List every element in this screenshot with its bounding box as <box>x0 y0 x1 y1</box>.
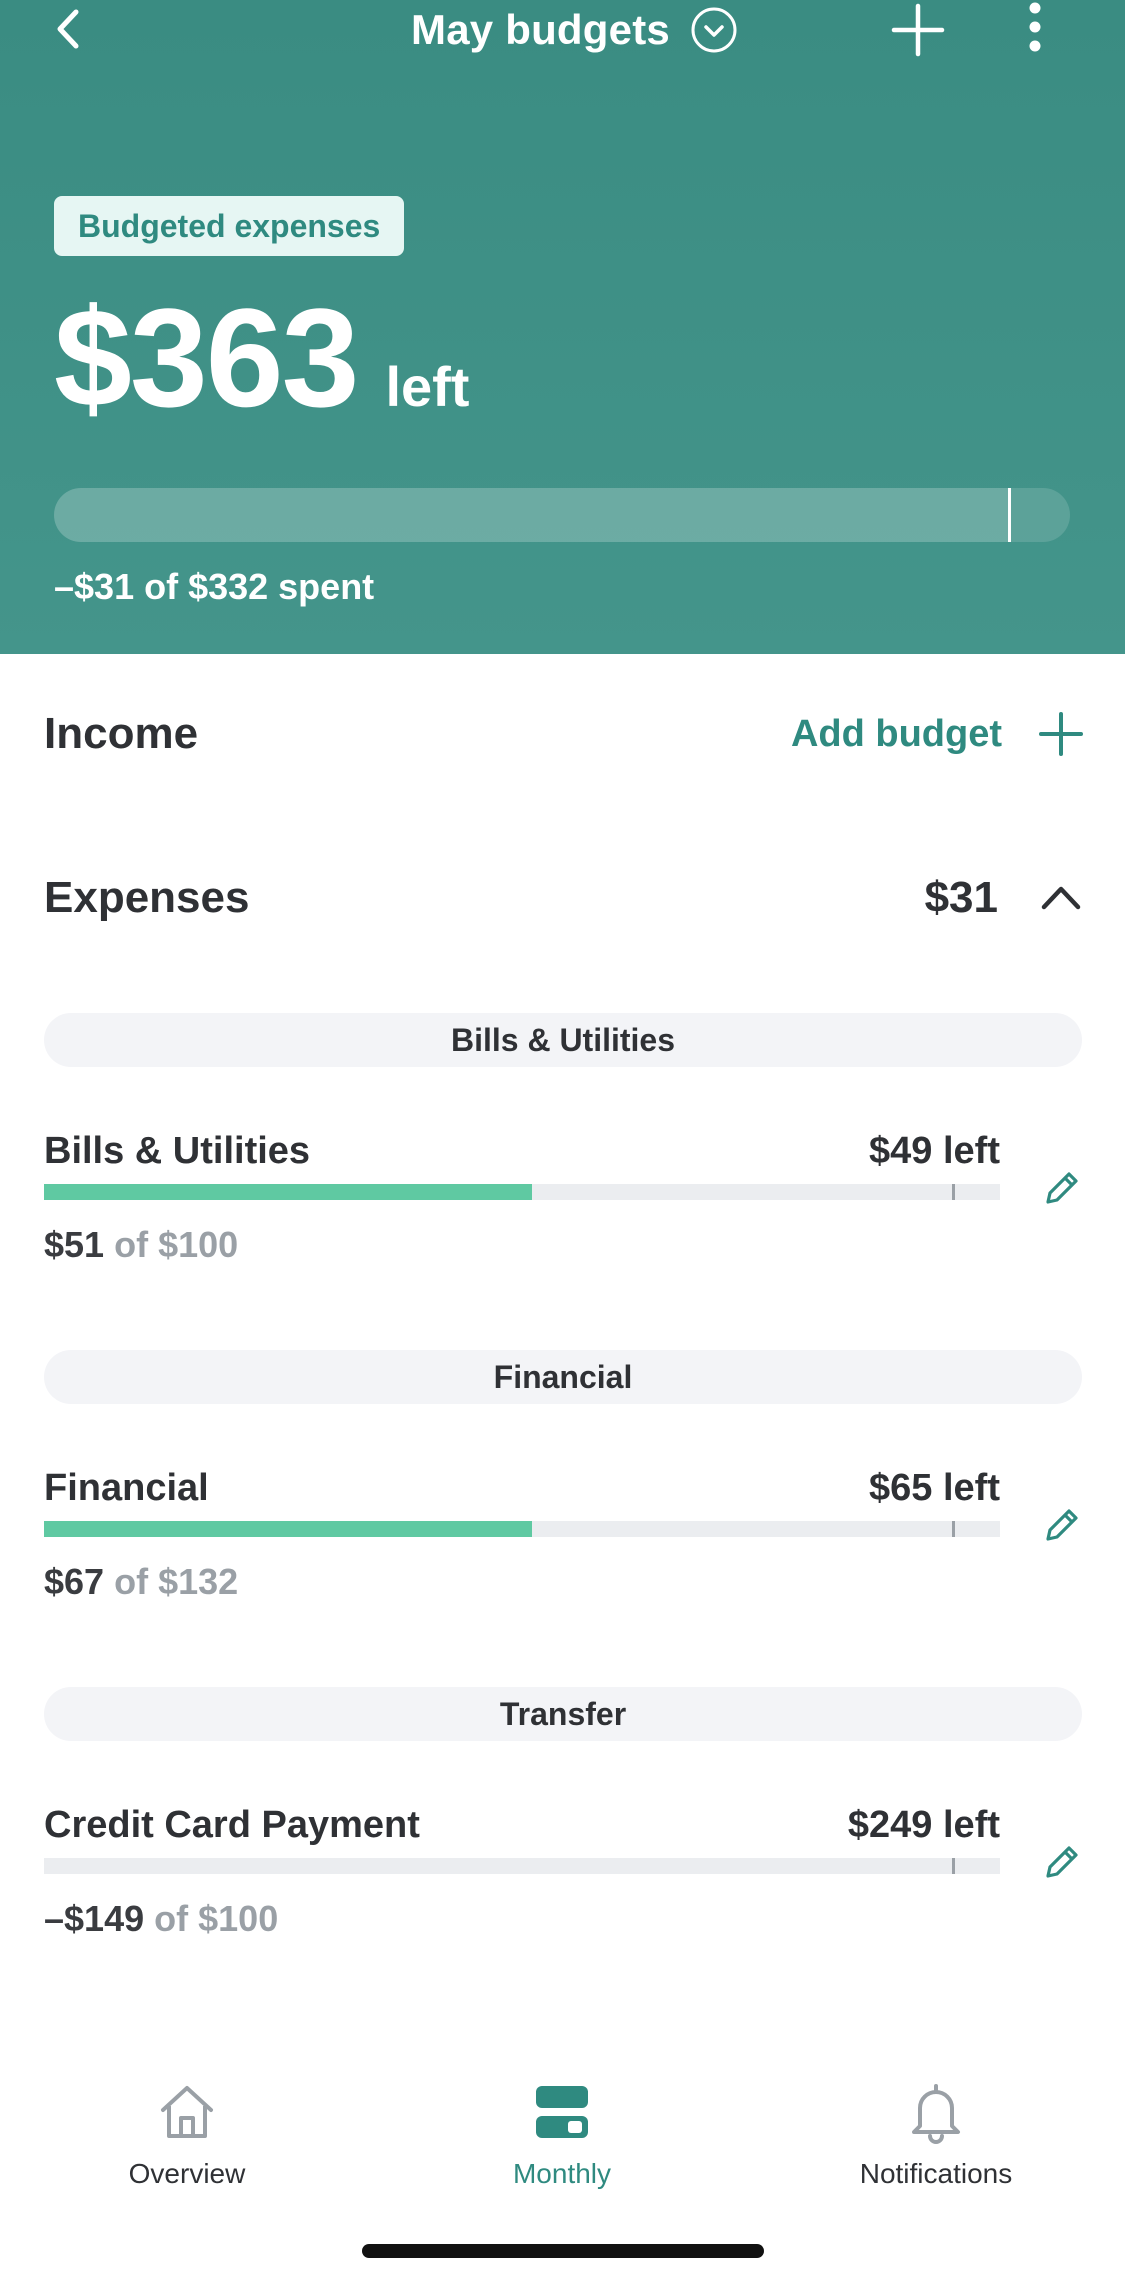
bell-icon <box>912 2084 960 2144</box>
budget-progress-fill <box>44 1521 532 1537</box>
budget-total: $100 <box>158 1224 239 1265</box>
add-icon[interactable] <box>890 2 946 58</box>
budget-spent: $51 <box>44 1224 105 1265</box>
budget-of: of <box>114 1561 149 1602</box>
budget-caption: $67 of $132 <box>44 1561 238 1603</box>
budget-progress-tick <box>952 1184 955 1200</box>
budget-total: $100 <box>198 1898 279 1939</box>
group-label-financial: Financial <box>44 1350 1082 1404</box>
remaining-value: $363 <box>54 279 359 436</box>
budget-total: $132 <box>158 1561 239 1602</box>
budget-spent: $67 <box>44 1561 105 1602</box>
home-icon <box>161 2086 213 2138</box>
group-label-transfer: Transfer <box>44 1687 1082 1741</box>
nav-label-notifications: Notifications <box>859 2158 1013 2189</box>
budget-item-credit-card-payment[interactable]: Credit Card Payment $249 left –$149 of $… <box>44 1804 1084 1984</box>
overall-progress-fill <box>54 488 1010 542</box>
budget-progress-tick <box>952 1858 955 1874</box>
bottom-nav: Overview Monthly Notifications <box>0 2060 1125 2210</box>
home-indicator <box>362 2244 764 2258</box>
add-budget-label: Add budget <box>790 712 1002 755</box>
plus-icon <box>1039 712 1083 756</box>
income-title: Income <box>44 709 199 758</box>
budget-name: Credit Card Payment <box>44 1804 420 1846</box>
budget-caption: –$149 of $100 <box>44 1898 278 1940</box>
remaining-suffix: left <box>385 355 470 418</box>
page-title: May budgets <box>411 6 670 53</box>
expenses-summary: $31 <box>925 873 1084 923</box>
budget-remaining: $249 left <box>847 1804 1000 1846</box>
budget-of: of <box>154 1898 189 1939</box>
expenses-total: $31 <box>924 873 998 922</box>
back-chevron-icon[interactable] <box>48 4 88 54</box>
nav-label-monthly: Monthly <box>512 2158 612 2189</box>
spent-summary: –$31 of $332 spent <box>54 566 375 607</box>
budget-of: of <box>114 1224 149 1265</box>
budget-item-financial[interactable]: Financial $65 left $67 of $132 <box>44 1467 1084 1647</box>
nav-item-overview[interactable]: Overview <box>37 2060 337 2190</box>
top-bar: May budgets <box>0 0 1125 60</box>
nav-label-overview: Overview <box>128 2158 246 2189</box>
overall-progress-bar <box>54 488 1070 542</box>
remaining-amount: $363 left <box>54 288 469 428</box>
pencil-icon[interactable] <box>1040 1166 1084 1210</box>
budget-spent: –$149 <box>44 1898 145 1939</box>
nav-item-monthly[interactable]: Monthly <box>412 2060 712 2190</box>
month-selector[interactable]: May budgets <box>411 6 738 54</box>
budget-item-bills-utilities[interactable]: Bills & Utilities $49 left $51 of $100 <box>44 1130 1084 1310</box>
budget-progress-bar <box>44 1858 1000 1874</box>
budget-name: Financial <box>44 1467 209 1509</box>
expenses-title: Expenses <box>44 873 250 922</box>
more-vertical-icon[interactable] <box>1020 0 1050 56</box>
group-label-bills-utilities: Bills & Utilities <box>44 1013 1082 1067</box>
income-section: Income Add budget <box>44 704 1084 764</box>
budget-header: May budgets Budgeted expenses $363 left … <box>0 0 1125 654</box>
budget-name: Bills & Utilities <box>44 1130 311 1172</box>
budget-progress-fill <box>44 1184 532 1200</box>
expenses-section[interactable]: Expenses $31 <box>44 868 1084 928</box>
budget-remaining: $65 left <box>869 1467 1000 1509</box>
budget-caption: $51 of $100 <box>44 1224 238 1266</box>
pencil-icon[interactable] <box>1040 1840 1084 1884</box>
chevron-down-circle-icon[interactable] <box>690 6 738 54</box>
budget-progress-bar <box>44 1521 1000 1537</box>
nav-item-notifications[interactable]: Notifications <box>786 2060 1086 2190</box>
chevron-up-icon[interactable] <box>1038 875 1084 921</box>
monthly-icon <box>536 2086 588 2138</box>
overall-progress-marker <box>1008 488 1012 542</box>
budget-type-badge: Budgeted expenses <box>54 196 405 256</box>
pencil-icon[interactable] <box>1040 1503 1084 1547</box>
budget-progress-bar <box>44 1184 1000 1200</box>
add-budget-button[interactable]: Add budget <box>791 711 1084 757</box>
budget-remaining: $49 left <box>869 1130 1000 1172</box>
budget-progress-tick <box>952 1521 955 1537</box>
